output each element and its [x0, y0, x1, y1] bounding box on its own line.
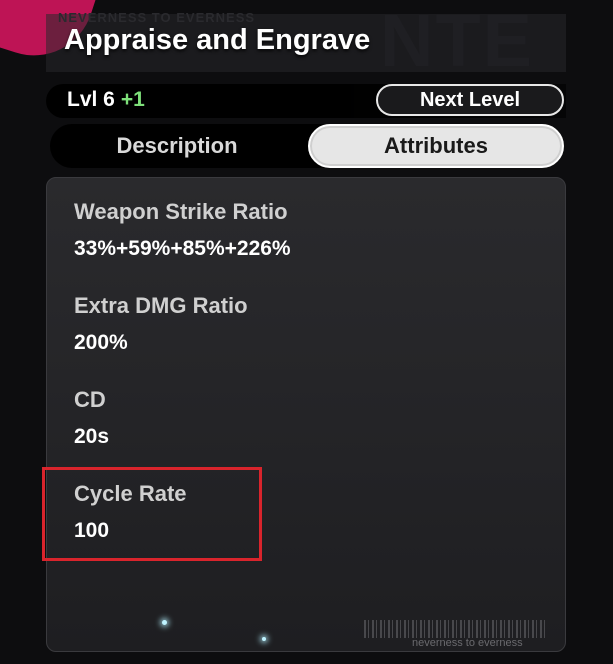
background-banner-text: NEVERNESS TO EVERNESS	[58, 10, 256, 25]
attribute-name: CD	[74, 387, 106, 412]
barcode-decoration	[364, 620, 548, 638]
tab-bar: Description Attributes	[50, 124, 564, 168]
level-increment: +1	[120, 88, 145, 111]
attribute-value: 33%+59%+85%+226%	[74, 237, 291, 260]
sparkle-particle	[162, 620, 167, 625]
background-watermark: NTE	[380, 0, 534, 82]
tab-attributes[interactable]: Attributes	[308, 124, 564, 168]
next-level-button[interactable]: Next Level	[376, 84, 564, 116]
attribute-name: Weapon Strike Ratio	[74, 199, 288, 224]
attribute-value: 200%	[74, 331, 128, 354]
attribute-item: Weapon Strike Ratio 33%+59%+85%+226%	[74, 199, 291, 261]
highlight-box	[42, 467, 262, 561]
attribute-value: 20s	[74, 425, 110, 448]
footer-text: neverness to everness	[412, 637, 523, 649]
attribute-name: Extra DMG Ratio	[74, 293, 248, 318]
attribute-item: Extra DMG Ratio 200%	[74, 293, 248, 355]
sparkle-particle	[262, 637, 266, 641]
skill-title: Appraise and Engrave	[64, 24, 371, 56]
level-indicator: Lvl 6 +1	[67, 88, 145, 112]
level-label: Lvl 6	[67, 88, 115, 111]
attribute-item: CD 20s	[74, 387, 109, 449]
tab-description[interactable]: Description	[50, 124, 304, 168]
